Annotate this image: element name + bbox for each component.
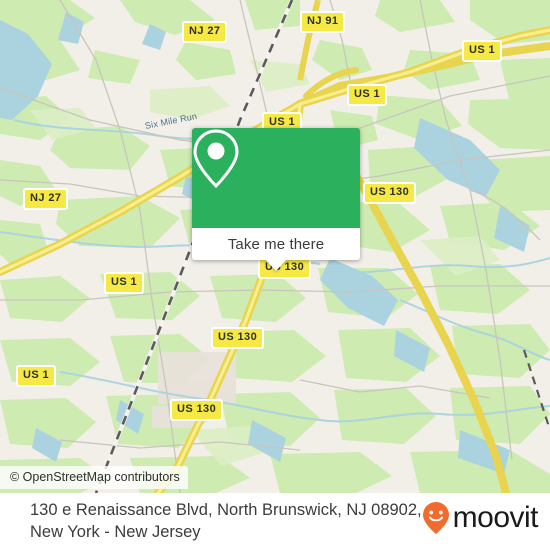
road-shield: US 130 <box>170 399 224 421</box>
moovit-pin-icon <box>421 501 451 535</box>
address-line-1: 130 e Renaissance Blvd, North Brunswick,… <box>30 501 422 519</box>
map-canvas[interactable]: NJ 27 NJ 91 US 1 US 1 US 1 NJ 27 US 130 … <box>0 0 550 493</box>
caption-bar: 130 e Renaissance Blvd, North Brunswick,… <box>0 493 550 550</box>
road-shield: US 130 <box>211 327 265 349</box>
popup-tail <box>265 259 287 271</box>
moovit-wordmark: moovit <box>452 501 539 534</box>
address-line-2: New York - New Jersey <box>30 523 201 541</box>
road-shield: NJ 27 <box>182 21 228 43</box>
location-popup[interactable]: Take me there <box>192 128 360 271</box>
osm-attribution[interactable]: © OpenStreetMap contributors <box>0 466 188 489</box>
road-shield: US 130 <box>363 182 417 204</box>
road-shield: NJ 91 <box>300 11 346 33</box>
take-me-there-button[interactable]: Take me there <box>192 228 360 260</box>
road-shield: NJ 27 <box>23 188 69 210</box>
address-caption: 130 e Renaissance Blvd, North Brunswick,… <box>30 499 430 543</box>
moovit-logo[interactable]: moovit <box>421 501 539 535</box>
road-shield: US 1 <box>347 84 388 106</box>
popup-header <box>192 128 360 228</box>
road-shield: US 1 <box>104 272 145 294</box>
road-shield: US 1 <box>16 365 57 387</box>
take-me-there-label: Take me there <box>227 235 325 253</box>
road-shield: US 1 <box>462 40 503 62</box>
map-screenshot: NJ 27 NJ 91 US 1 US 1 US 1 NJ 27 US 130 … <box>0 0 550 550</box>
